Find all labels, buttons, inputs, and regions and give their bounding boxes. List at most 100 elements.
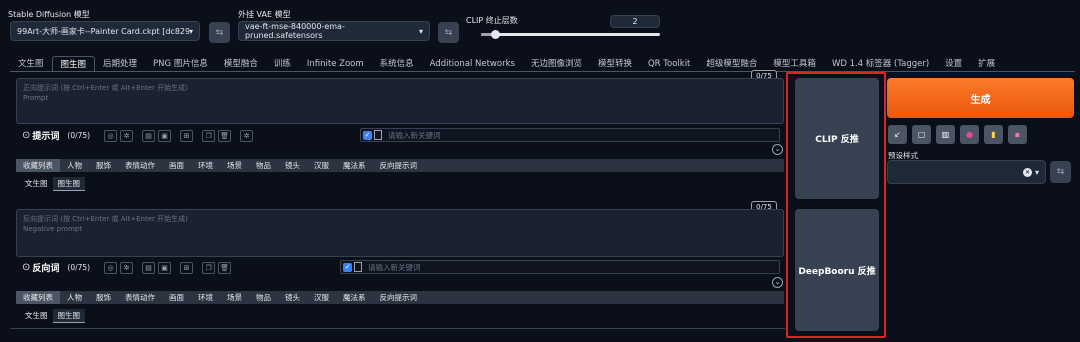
tab-16[interactable]: 扩展 xyxy=(970,56,1003,72)
expand-chevron-icon[interactable]: ⌄ xyxy=(772,277,783,288)
checkbox-icon[interactable]: ✓ xyxy=(363,130,372,140)
clip-slider-track[interactable] xyxy=(481,33,660,36)
prompt-token-count: (0/75) xyxy=(67,131,91,140)
trash-icon[interactable]: 🗑 xyxy=(218,261,232,274)
negative-category-8[interactable]: 镜头 xyxy=(278,291,307,304)
tab-8[interactable]: Additional Networks xyxy=(422,56,523,72)
negative-subtab-1[interactable]: 图生图 xyxy=(52,309,85,323)
prompt-category-8[interactable]: 镜头 xyxy=(278,159,307,172)
generate-button[interactable]: 生成 xyxy=(887,78,1074,118)
prompt-category-10[interactable]: 魔法系 xyxy=(336,159,373,172)
checkbox-icon[interactable]: ✓ xyxy=(343,262,352,272)
copy-icon[interactable]: ❐ xyxy=(202,261,216,274)
grid-icon[interactable]: ⊞ xyxy=(180,261,194,274)
tab-1[interactable]: 图生图 xyxy=(51,56,96,72)
prompt-subtabs: 文生图 图生图 xyxy=(20,177,85,191)
refresh-vae-button[interactable]: ⇆ xyxy=(438,22,459,43)
prompt-category-2[interactable]: 服饰 xyxy=(89,159,118,172)
negative-subtab-0[interactable]: 文生图 xyxy=(20,309,53,323)
negative-category-1[interactable]: 人物 xyxy=(60,291,89,304)
negative-category-7[interactable]: 物品 xyxy=(249,291,278,304)
preset-style-select[interactable]: ✕ ▾ xyxy=(887,160,1046,184)
clear-icon[interactable]: ✕ xyxy=(1022,167,1032,177)
negative-category-10[interactable]: 魔法系 xyxy=(336,291,373,304)
prompt-category-bar: 收藏列表 人物 服饰 表情动作 画面 环境 场景 物品 镜头 汉服 魔法系 反向提示词 xyxy=(16,159,784,172)
prompt-subtab-1[interactable]: 图生图 xyxy=(52,177,85,191)
negative-category-9[interactable]: 汉服 xyxy=(307,291,336,304)
tab-3[interactable]: PNG 图片信息 xyxy=(145,56,216,72)
prompt-category-3[interactable]: 表情动作 xyxy=(118,159,162,172)
negative-category-11[interactable]: 反向提示词 xyxy=(373,291,425,304)
tab-5[interactable]: 训练 xyxy=(266,56,299,72)
negative-category-2[interactable]: 服饰 xyxy=(89,291,118,304)
refresh-icon: ⇆ xyxy=(444,27,453,38)
negative-category-4[interactable]: 画面 xyxy=(162,291,191,304)
model-label: Stable Diffusion 模型 xyxy=(8,10,90,19)
folder-icon[interactable] xyxy=(374,130,382,140)
model-select[interactable]: 99Art-大师-画家卡--Painter Card.ckpt [dc82978… xyxy=(10,21,200,41)
tab-0[interactable]: 文生图 xyxy=(10,56,52,72)
negative-category-3[interactable]: 表情动作 xyxy=(118,291,162,304)
settings-icon[interactable]: ✲ xyxy=(240,129,254,142)
negative-keyword-input[interactable]: ✓ 请输入新关键词 xyxy=(340,260,780,274)
prompt-placeholder-en: Prompt xyxy=(23,94,49,102)
prompt-category-7[interactable]: 物品 xyxy=(249,159,278,172)
trash-icon[interactable]: 🗑 xyxy=(218,129,232,142)
deepbooru-interrogate-button[interactable]: DeepBooru 反推 xyxy=(795,209,879,331)
gear-icon[interactable]: ✲ xyxy=(120,261,134,274)
tab-11[interactable]: QR Toolkit xyxy=(640,56,698,72)
clipboard-icon[interactable]: ▢ xyxy=(912,125,931,144)
prompt-category-5[interactable]: 环境 xyxy=(191,159,220,172)
negative-subtabs: 文生图 图生图 xyxy=(20,309,85,323)
tab-7[interactable]: 系统信息 xyxy=(372,56,422,72)
prompt-keyword-input[interactable]: ✓ 请输入新关键词 xyxy=(360,128,780,142)
prompt-subtab-0[interactable]: 文生图 xyxy=(20,177,53,191)
document-icon[interactable]: ▤ xyxy=(142,261,156,274)
negative-textarea[interactable]: 反向提示词 (按 Ctrl+Enter 或 Alt+Enter 开始生成) Ne… xyxy=(16,209,784,257)
negative-token-count: (0/75) xyxy=(67,263,91,272)
clip-interrogate-button[interactable]: CLIP 反推 xyxy=(795,78,879,199)
negative-category-5[interactable]: 环境 xyxy=(191,291,220,304)
copy-icon[interactable]: ❐ xyxy=(202,129,216,142)
save-style-icon[interactable]: ▪ xyxy=(1008,125,1027,144)
tab-15[interactable]: 设置 xyxy=(937,56,970,72)
tab-2[interactable]: 后期处理 xyxy=(95,56,145,72)
chevron-down-icon: ▾ xyxy=(1034,167,1039,177)
tab-9[interactable]: 无边图像浏览 xyxy=(523,56,590,72)
prompt-category-0[interactable]: 收藏列表 xyxy=(16,159,60,172)
save-icon[interactable]: ▣ xyxy=(158,261,172,274)
save-icon[interactable]: ▣ xyxy=(158,129,172,142)
tab-14[interactable]: WD 1.4 标签器 (Tagger) xyxy=(824,56,937,72)
document-icon[interactable]: ▤ xyxy=(142,129,156,142)
refresh-model-button[interactable]: ⇆ xyxy=(209,22,230,43)
prompt-category-1[interactable]: 人物 xyxy=(60,159,89,172)
vae-value: vae-ft-mse-840000-ema-pruned.safetensors xyxy=(245,22,345,40)
clip-value-input[interactable]: 2 xyxy=(610,15,660,28)
refresh-icon: ⇆ xyxy=(215,27,224,38)
clip-slider-thumb[interactable] xyxy=(491,30,500,39)
tab-4[interactable]: 模型融合 xyxy=(216,56,266,72)
folder-icon[interactable] xyxy=(354,262,362,272)
expand-chevron-icon[interactable]: ⌄ xyxy=(772,144,783,155)
prompt-textarea[interactable]: 正向提示词 (按 Ctrl+Enter 或 Alt+Enter 开始生成) Pr… xyxy=(16,78,784,124)
grid-icon[interactable]: ⊞ xyxy=(180,129,194,142)
prompt-category-9[interactable]: 汉服 xyxy=(307,159,336,172)
prompt-category-11[interactable]: 反向提示词 xyxy=(373,159,425,172)
trash-icon[interactable]: ▥ xyxy=(936,125,955,144)
gear-icon[interactable]: ✲ xyxy=(120,129,134,142)
tab-10[interactable]: 模型转换 xyxy=(590,56,640,72)
palette-icon[interactable]: ● xyxy=(960,125,979,144)
refresh-styles-button[interactable]: ⇆ xyxy=(1050,161,1071,183)
negative-category-6[interactable]: 场景 xyxy=(220,291,249,304)
globe-icon[interactable]: ◎ xyxy=(104,261,118,274)
arrow-icon[interactable]: ↙ xyxy=(888,125,907,144)
collapse-icon[interactable]: ⊙ xyxy=(22,262,30,273)
prompt-category-6[interactable]: 场景 xyxy=(220,159,249,172)
globe-icon[interactable]: ◎ xyxy=(104,129,118,142)
prompt-category-4[interactable]: 画面 xyxy=(162,159,191,172)
vae-select[interactable]: vae-ft-mse-840000-ema-pruned.safetensors… xyxy=(238,21,430,41)
notes-icon[interactable]: ▮ xyxy=(984,125,1003,144)
tab-6[interactable]: Infinite Zoom xyxy=(299,56,372,72)
negative-category-0[interactable]: 收藏列表 xyxy=(16,291,60,304)
collapse-icon[interactable]: ⊙ xyxy=(22,130,30,141)
